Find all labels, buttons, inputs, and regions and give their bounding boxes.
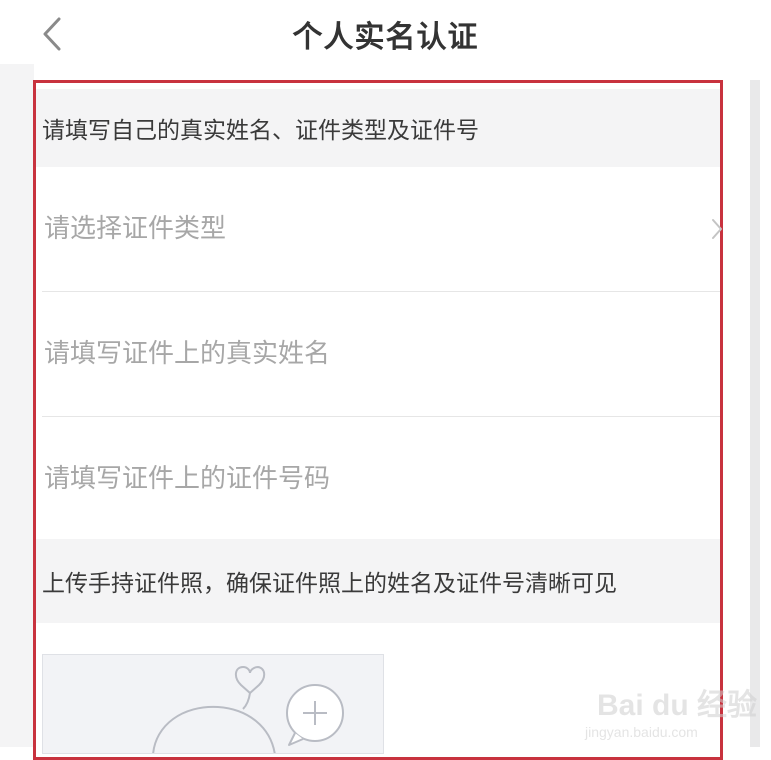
info-notice: 请填写自己的真实姓名、证件类型及证件号 — [36, 89, 720, 167]
chevron-right-icon — [712, 219, 722, 239]
watermark-text: Bai du 经验 — [597, 689, 758, 722]
scrollbar[interactable] — [750, 80, 760, 747]
page-background — [0, 64, 34, 747]
upload-notice: 上传手持证件照，确保证件照上的姓名及证件号清晰可见 — [36, 539, 720, 623]
watermark: Bai du 经验 jingyan.baidu.com — [585, 662, 757, 742]
id-number-input[interactable] — [42, 463, 686, 495]
id-number-field[interactable] — [36, 417, 720, 541]
header: 个人实名认证 — [0, 0, 771, 64]
upload-notice-text: 上传手持证件照，确保证件照上的姓名及证件号清晰可见 — [42, 571, 617, 597]
real-name-field[interactable] — [36, 292, 720, 416]
watermark-url: jingyan.baidu.com — [585, 724, 698, 740]
page-background-right — [727, 64, 771, 747]
real-name-input[interactable] — [42, 338, 686, 370]
id-type-input[interactable] — [42, 213, 686, 245]
info-notice-text: 请填写自己的真实姓名、证件类型及证件号 — [42, 118, 479, 144]
add-photo-icon — [152, 665, 344, 753]
upload-photo-button[interactable] — [42, 654, 384, 754]
highlight-frame: 请填写自己的真实姓名、证件类型及证件号 上传手持证件照，确保证件照上的姓名及证件… — [33, 80, 723, 760]
id-type-select[interactable] — [36, 167, 722, 291]
page-title: 个人实名认证 — [292, 20, 479, 55]
